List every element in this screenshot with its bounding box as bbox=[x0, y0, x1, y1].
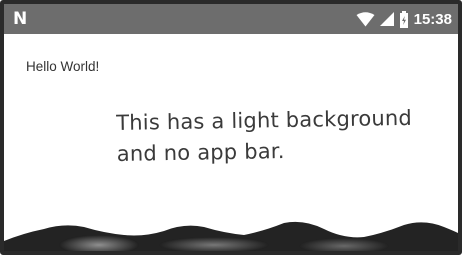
wifi-icon bbox=[356, 11, 375, 27]
annotation-line-2: and no app bar. bbox=[116, 139, 285, 166]
wavy-torn-edge-decoration bbox=[4, 221, 458, 251]
phone-frame: N 15:38 Hello World! This has a light ba… bbox=[0, 0, 462, 255]
hello-world-text: Hello World! bbox=[26, 59, 100, 74]
notification-n-icon: N bbox=[13, 9, 28, 29]
status-bar: N 15:38 bbox=[4, 4, 458, 34]
handwritten-annotation: This has a light background and no app b… bbox=[116, 103, 413, 170]
battery-icon bbox=[399, 10, 409, 28]
status-time: 15:38 bbox=[413, 10, 452, 28]
signal-icon bbox=[379, 12, 394, 26]
annotation-line-1: This has a light background bbox=[116, 105, 413, 135]
status-icons: 15:38 bbox=[356, 4, 452, 34]
